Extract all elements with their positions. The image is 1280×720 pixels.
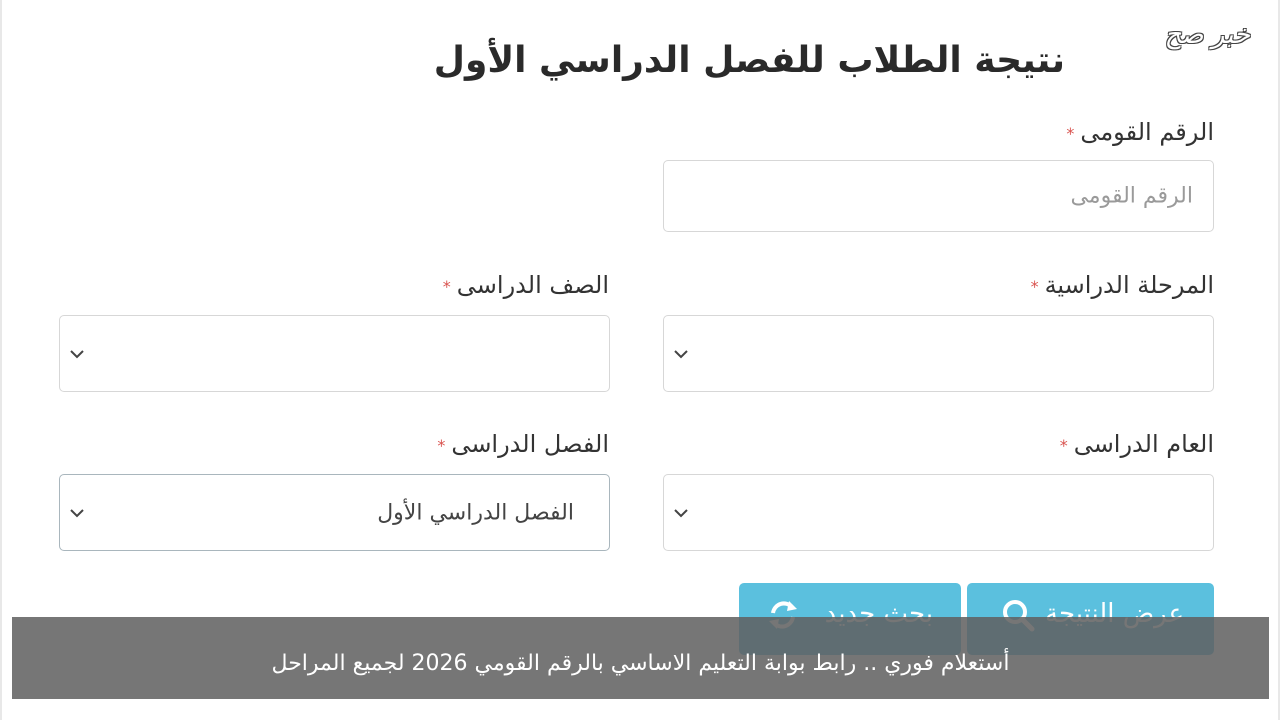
stage-select[interactable] — [663, 315, 1214, 392]
year-label-text: العام الدراسى — [1073, 430, 1214, 458]
required-marker: * — [437, 435, 446, 455]
chevron-down-icon — [70, 349, 84, 358]
stage-label-text: المرحلة الدراسية — [1044, 271, 1214, 299]
national-id-field[interactable]: الرقم القومى — [663, 160, 1214, 232]
chevron-down-icon — [674, 508, 688, 517]
watermark-logo: خبر صح — [1164, 20, 1250, 50]
grade-label-text: الصف الدراسى — [456, 271, 609, 299]
grade-select[interactable] — [59, 315, 610, 392]
required-marker: * — [1030, 276, 1039, 296]
grade-label: الصف الدراسى* — [443, 271, 609, 299]
required-marker: * — [1059, 435, 1068, 455]
chevron-down-icon — [674, 349, 688, 358]
national-id-label-text: الرقم القومى — [1080, 118, 1214, 146]
term-label: الفصل الدراسى* — [437, 430, 609, 458]
required-marker: * — [1066, 123, 1075, 143]
required-marker: * — [442, 276, 451, 296]
page-title: نتيجة الطلاب للفصل الدراسي الأول — [433, 40, 1065, 81]
national-id-label: الرقم القومى* — [1066, 118, 1214, 146]
page-frame: خبر صح نتيجة الطلاب للفصل الدراسي الأول … — [0, 0, 1280, 720]
left-edge-divider — [0, 0, 2, 720]
term-select[interactable]: الفصل الدراسي الأول — [59, 474, 610, 551]
year-label: العام الدراسى* — [1060, 430, 1214, 458]
caption-text: أستعلام فوري .. رابط بوابة التعليم الاسا… — [271, 651, 1010, 676]
year-select[interactable] — [663, 474, 1214, 551]
chevron-down-icon — [70, 508, 84, 517]
stage-label: المرحلة الدراسية* — [1031, 271, 1214, 299]
term-select-value: الفصل الدراسي الأول — [377, 500, 574, 525]
national-id-placeholder: الرقم القومى — [1070, 183, 1193, 209]
term-label-text: الفصل الدراسى — [451, 430, 609, 458]
caption-overlay: أستعلام فوري .. رابط بوابة التعليم الاسا… — [12, 617, 1269, 699]
